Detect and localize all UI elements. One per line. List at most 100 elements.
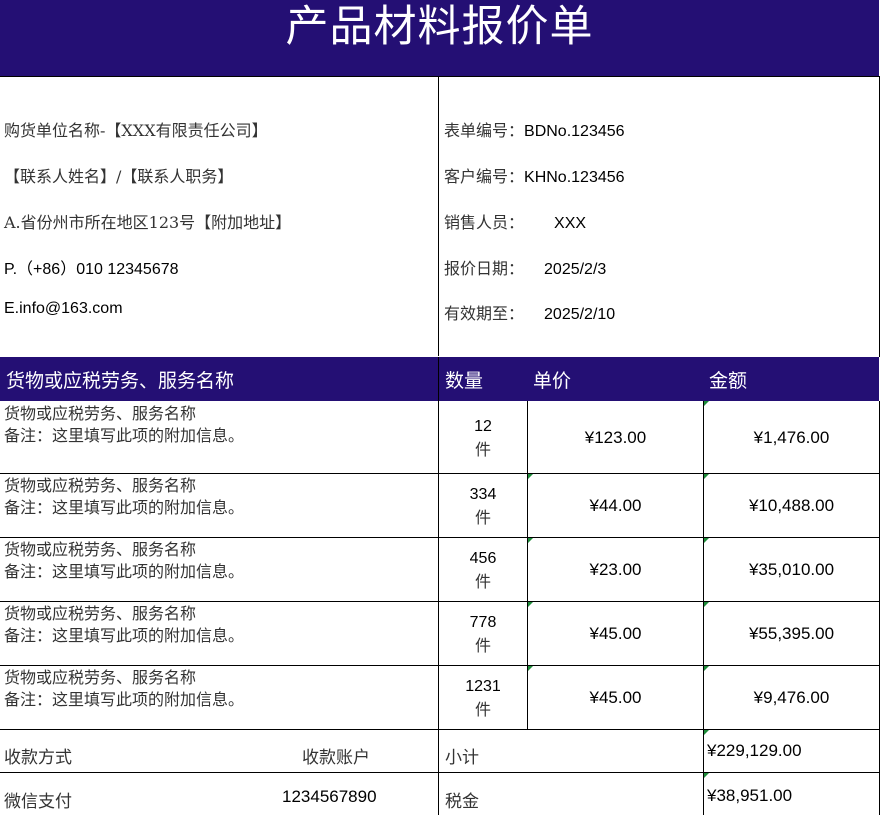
grid-line bbox=[527, 401, 528, 729]
cell-marker bbox=[704, 730, 709, 735]
subtotal-label: 小计 bbox=[445, 748, 479, 768]
cell-marker bbox=[528, 666, 533, 671]
item-note: 备注：这里填写此项的附加信息。 bbox=[4, 690, 245, 709]
tax-value[interactable]: ¥38,951.00 bbox=[707, 786, 792, 806]
grid-line bbox=[703, 401, 704, 815]
sales-person[interactable]: 销售人员： XXX bbox=[444, 209, 586, 233]
buyer-phone[interactable]: P.（+86）010 12345678 bbox=[4, 255, 179, 279]
subtotal-value[interactable]: ¥229,129.00 bbox=[707, 741, 802, 761]
item-name: 货物或应税劳务、服务名称 bbox=[4, 604, 197, 623]
table-row[interactable]: 货物或应税劳务、服务名称 备注：这里填写此项的附加信息。 778 件 ¥45.00… bbox=[0, 602, 879, 665]
cell-marker bbox=[704, 666, 709, 671]
qty-unit: 件 bbox=[474, 572, 491, 591]
form-number-value: BDNo.123456 bbox=[524, 123, 625, 140]
pay-method-value[interactable]: 微信支付 bbox=[4, 787, 72, 812]
item-amount[interactable]: ¥10,488.00 bbox=[704, 496, 879, 516]
quote-date-value: 2025/2/3 bbox=[544, 261, 607, 278]
table-row[interactable]: 货物或应税劳务、服务名称 备注：这里填写此项的附加信息。 456 件 ¥23.00… bbox=[0, 538, 879, 601]
grid-line bbox=[0, 473, 880, 474]
quote-date-label: 报价日期： bbox=[444, 259, 525, 278]
grid-line bbox=[0, 601, 880, 602]
page-title: 产品材料报价单 bbox=[0, 0, 879, 76]
tax-label: 税金 bbox=[445, 792, 479, 812]
item-price[interactable]: ¥123.00 bbox=[528, 428, 703, 448]
account-label: 收款账户 bbox=[302, 748, 370, 768]
cell-marker bbox=[704, 474, 709, 479]
item-note: 备注：这里填写此项的附加信息。 bbox=[4, 562, 245, 581]
item-note: 备注：这里填写此项的附加信息。 bbox=[4, 498, 245, 517]
item-note: 备注：这里填写此项的附加信息。 bbox=[4, 626, 245, 645]
item-qty[interactable]: 778 件 bbox=[439, 611, 527, 657]
cell-marker bbox=[704, 773, 709, 778]
item-qty[interactable]: 1231 件 bbox=[439, 675, 527, 721]
qty-unit: 件 bbox=[474, 508, 491, 527]
item-price[interactable]: ¥45.00 bbox=[528, 624, 703, 644]
cell-marker bbox=[704, 401, 709, 406]
grid-line bbox=[438, 401, 439, 815]
form-number[interactable]: 表单编号：BDNo.123456 bbox=[444, 117, 625, 141]
header-price: 单价 bbox=[533, 370, 572, 392]
item-price[interactable]: ¥44.00 bbox=[528, 496, 703, 516]
item-name: 货物或应税劳务、服务名称 bbox=[4, 540, 197, 559]
customer-number[interactable]: 客户编号：KHNo.123456 bbox=[444, 163, 625, 187]
buyer-email[interactable]: E.info@163.com bbox=[4, 300, 123, 318]
item-qty[interactable]: 12 件 bbox=[439, 415, 527, 461]
item-price[interactable]: ¥45.00 bbox=[528, 688, 703, 708]
grid-line bbox=[0, 537, 880, 538]
account-value[interactable]: 1234567890 bbox=[282, 787, 377, 807]
item-amount[interactable]: ¥55,395.00 bbox=[704, 624, 879, 644]
customer-number-label: 客户编号： bbox=[444, 167, 525, 186]
item-price[interactable]: ¥23.00 bbox=[528, 560, 703, 580]
item-qty[interactable]: 334 件 bbox=[439, 483, 527, 529]
grid-line bbox=[0, 76, 880, 77]
item-name: 货物或应税劳务、服务名称 bbox=[4, 404, 197, 423]
table-row[interactable]: 货物或应税劳务、服务名称 备注：这里填写此项的附加信息。 334 件 ¥44.00… bbox=[0, 474, 879, 537]
form-number-label: 表单编号： bbox=[444, 121, 525, 140]
sales-person-label: 销售人员： bbox=[444, 213, 525, 232]
cell-marker bbox=[704, 538, 709, 543]
table-header: 货物或应税劳务、服务名称 数量 单价 金额 bbox=[0, 357, 879, 401]
cell-marker bbox=[528, 474, 533, 479]
item-amount[interactable]: ¥35,010.00 bbox=[704, 560, 879, 580]
buyer-info: 购货单位名称-【XXX有限责任公司】 【联系人姓名】/【联系人职务】 A.省份州… bbox=[0, 77, 438, 356]
header-amount: 金额 bbox=[709, 370, 748, 392]
item-amount[interactable]: ¥9,476.00 bbox=[704, 688, 879, 708]
grid-line bbox=[879, 401, 880, 815]
grid-line bbox=[0, 665, 880, 666]
header-divider bbox=[438, 357, 439, 401]
item-amount[interactable]: ¥1,476.00 bbox=[704, 428, 879, 448]
qty-value: 1231 bbox=[465, 678, 501, 695]
sales-person-value: XXX bbox=[554, 215, 587, 232]
valid-until[interactable]: 有效期至： 2025/2/10 bbox=[444, 300, 615, 324]
header-name: 货物或应税劳务、服务名称 bbox=[6, 370, 235, 392]
valid-until-label: 有效期至： bbox=[444, 304, 525, 323]
qty-value: 334 bbox=[469, 486, 497, 503]
cell-marker bbox=[528, 538, 533, 543]
qty-value: 12 bbox=[474, 418, 492, 435]
qty-value: 456 bbox=[469, 550, 497, 567]
buyer-company[interactable]: 购货单位名称-【XXX有限责任公司】 bbox=[4, 117, 268, 141]
info-section: 购货单位名称-【XXX有限责任公司】 【联系人姓名】/【联系人职务】 A.省份州… bbox=[0, 77, 879, 356]
qty-unit: 件 bbox=[474, 636, 491, 655]
customer-number-value: KHNo.123456 bbox=[524, 169, 625, 186]
item-name: 货物或应税劳务、服务名称 bbox=[4, 668, 197, 687]
table-row[interactable]: 货物或应税劳务、服务名称 备注：这里填写此项的附加信息。 12 件 ¥123.00… bbox=[0, 401, 879, 473]
grid-line bbox=[0, 729, 880, 730]
qty-value: 778 bbox=[469, 614, 497, 631]
qty-unit: 件 bbox=[474, 440, 491, 459]
item-qty[interactable]: 456 件 bbox=[439, 547, 527, 593]
quote-date[interactable]: 报价日期： 2025/2/3 bbox=[444, 255, 606, 279]
item-name: 货物或应税劳务、服务名称 bbox=[4, 476, 197, 495]
quote-meta: 表单编号：BDNo.123456 客户编号：KHNo.123456 销售人员： X… bbox=[439, 77, 879, 356]
buyer-address[interactable]: A.省份州市所在地区123号【附加地址】 bbox=[4, 209, 291, 233]
table-row[interactable]: 货物或应税劳务、服务名称 备注：这里填写此项的附加信息。 1231 件 ¥45.0… bbox=[0, 666, 879, 729]
right-border bbox=[879, 77, 880, 357]
quotation-sheet: 产品材料报价单 购货单位名称-【XXX有限责任公司】 【联系人姓名】/【联系人职… bbox=[0, 0, 881, 815]
qty-unit: 件 bbox=[474, 700, 491, 719]
item-note: 备注：这里填写此项的附加信息。 bbox=[4, 426, 245, 445]
cell-marker bbox=[704, 602, 709, 607]
buyer-contact[interactable]: 【联系人姓名】/【联系人职务】 bbox=[4, 163, 233, 187]
header-qty: 数量 bbox=[445, 370, 484, 392]
grid-line bbox=[0, 772, 880, 773]
pay-method-label: 收款方式 bbox=[4, 748, 72, 768]
